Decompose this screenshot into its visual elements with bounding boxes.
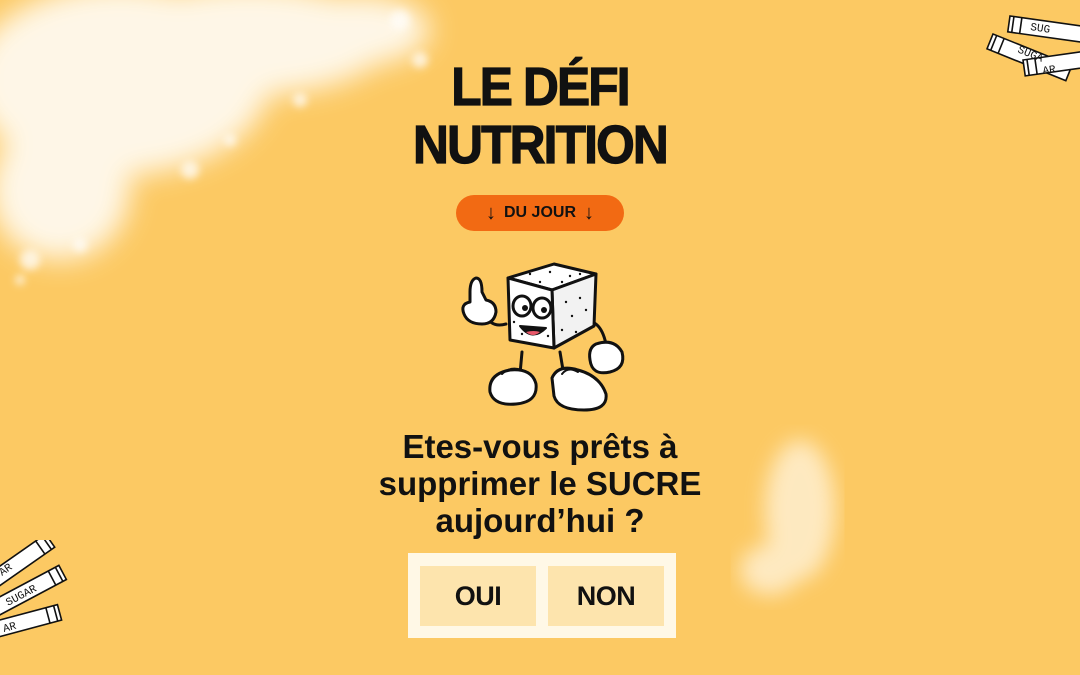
badge-label: DU JOUR xyxy=(503,204,576,221)
question-line-1: Etes-vous prêts à xyxy=(402,428,678,465)
challenge-question: Etes-vous prêts à supprimer le SUCRE auj… xyxy=(0,428,1080,539)
sugar-cube-mascot-icon xyxy=(461,262,625,412)
challenge-card: SUG SUGA AR AR SUGAR AR LE DÉFI NUTRITIO… xyxy=(0,0,1080,675)
arrow-down-icon: ↓ xyxy=(485,202,496,224)
page-title: LE DÉFI NUTRITION xyxy=(43,57,1037,175)
yes-button[interactable]: OUI xyxy=(420,566,536,626)
title-line-1: LE DÉFI xyxy=(451,57,632,117)
no-button[interactable]: NON xyxy=(548,566,664,626)
arrow-down-icon: ↓ xyxy=(584,202,594,224)
question-line-2: supprimer le SUCRE xyxy=(378,465,702,502)
title-line-2: NUTRITION xyxy=(413,115,670,175)
stick-text: AR xyxy=(1042,64,1057,78)
answer-choices: OUI NON xyxy=(408,553,676,638)
sugar-sticks-bottom-left: AR SUGAR AR xyxy=(0,540,68,640)
day-badge: ↓ DU JOUR ↓ xyxy=(456,195,624,231)
question-line-3: aujourd’hui ? xyxy=(435,502,645,539)
